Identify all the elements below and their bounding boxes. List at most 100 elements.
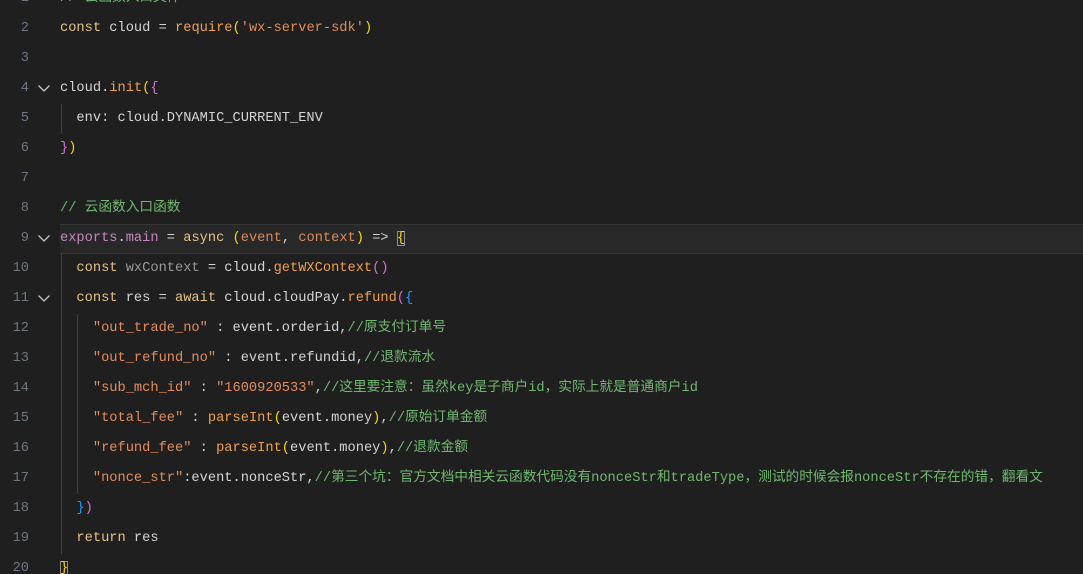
code-content[interactable]: // 云函数入口函数: [60, 194, 1083, 224]
code-content[interactable]: const res = await cloud.cloudPay.refund(…: [60, 284, 1083, 314]
code-content[interactable]: cloud.init({: [60, 74, 1083, 104]
fold-gutter: [29, 434, 60, 464]
line-number: 3: [20, 51, 29, 66]
fold-gutter: [29, 464, 60, 494]
code-content[interactable]: // 云函数入口文件: [60, 0, 1083, 14]
code-line[interactable]: 13 "out_refund_no" : event.refundid,//退款…: [0, 344, 1083, 374]
code-content[interactable]: "out_refund_no" : event.refundid,//退款流水: [60, 344, 1083, 374]
fold-gutter: [29, 224, 60, 254]
code-token: ,: [281, 231, 299, 246]
code-token: // 云函数入口函数: [60, 201, 181, 216]
fold-gutter: [29, 44, 60, 74]
code-token: ,: [380, 411, 389, 426]
code-line[interactable]: 16 "refund_fee" : parseInt(event.money),…: [0, 434, 1083, 464]
code-content[interactable]: exports.main = async (event, context) =>…: [60, 224, 1083, 254]
code-token: }: [60, 141, 69, 156]
code-token: =: [158, 231, 184, 246]
code-line[interactable]: 9 exports.main = async (event, context) =…: [0, 224, 1083, 254]
code-token: 'wx-server-sdk': [240, 21, 364, 36]
code-content[interactable]: "total_fee" : parseInt(event.money),//原始…: [60, 404, 1083, 434]
code-token: :: [183, 411, 208, 426]
code-line[interactable]: 6}): [0, 134, 1083, 164]
code-token: (: [281, 441, 291, 456]
code-content[interactable]: }): [60, 494, 1083, 524]
code-line[interactable]: 17 "nonce_str":event.nonceStr,//第三个坑：官方文…: [0, 464, 1083, 494]
code-token: cloud.: [60, 81, 110, 96]
code-line[interactable]: 2 const cloud = require('wx-server-sdk'): [0, 14, 1083, 44]
code-token: : event.orderid,: [207, 321, 348, 336]
code-token: //这里要注意：虽然key是子商户id，实际上就是普通商户id: [322, 381, 698, 396]
code-content[interactable]: env: cloud.DYNAMIC_CURRENT_ENV: [60, 104, 1083, 134]
code-editor[interactable]: 1// 云函数入口文件 2 const cloud = require('wx-se…: [0, 0, 1083, 574]
code-token: :event.nonceStr,: [183, 471, 315, 486]
code-line[interactable]: 4 cloud.init({: [0, 74, 1083, 104]
code-token: (: [232, 21, 241, 36]
code-token: event: [240, 231, 282, 246]
code-content[interactable]: [60, 44, 1083, 74]
fold-gutter: [29, 254, 60, 284]
code-token: event.money: [281, 411, 373, 426]
code-token: res =: [117, 291, 175, 306]
code-token: (): [372, 261, 389, 276]
code-token: "1600920533": [216, 381, 315, 396]
code-line[interactable]: 12 "out_trade_no" : event.orderid,//原支付订…: [0, 314, 1083, 344]
code-token: return: [60, 531, 126, 546]
code-lines[interactable]: 1// 云函数入口文件 2 const cloud = require('wx-se…: [0, 0, 1083, 574]
code-line[interactable]: 11 const res = await cloud.cloudPay.refu…: [0, 284, 1083, 314]
code-token: refund: [347, 291, 397, 306]
matching-bracket: {: [396, 231, 406, 246]
code-content[interactable]: }): [60, 134, 1083, 164]
code-token: const: [60, 291, 118, 306]
line-number: 12: [12, 321, 29, 336]
code-token: "out_trade_no": [60, 321, 208, 336]
code-line[interactable]: 18 }): [0, 494, 1083, 524]
chevron-down-icon[interactable]: [37, 234, 51, 243]
code-content[interactable]: "nonce_str":event.nonceStr,//第三个坑：官方文档中相…: [60, 464, 1083, 494]
code-token: cloud =: [101, 21, 176, 36]
code-token: ,: [388, 441, 397, 456]
code-token: (: [232, 231, 241, 246]
line-number: 6: [20, 141, 29, 156]
line-number: 15: [12, 411, 29, 426]
line-number: 19: [12, 531, 29, 546]
code-token: //原支付订单号: [347, 321, 447, 336]
code-content[interactable]: "out_trade_no" : event.orderid,//原支付订单号: [60, 314, 1083, 344]
code-line[interactable]: 3: [0, 44, 1083, 74]
code-line[interactable]: 14 "sub_mch_id" : "1600920533",//这里要注意：虽…: [0, 374, 1083, 404]
code-token: env: cloud.DYNAMIC_CURRENT_ENV: [60, 111, 323, 126]
code-content[interactable]: const wxContext = cloud.getWXContext(): [60, 254, 1083, 284]
code-line[interactable]: 8 // 云函数入口函数: [0, 194, 1083, 224]
code-token: "refund_fee": [60, 441, 192, 456]
code-content[interactable]: "refund_fee" : parseInt(event.money),//退…: [60, 434, 1083, 464]
chevron-down-icon[interactable]: [37, 294, 51, 303]
code-line[interactable]: 15 "total_fee" : parseInt(event.money),/…: [0, 404, 1083, 434]
line-number: 14: [12, 381, 29, 396]
code-content[interactable]: const cloud = require('wx-server-sdk'): [60, 14, 1083, 44]
code-line[interactable]: 5 env: cloud.DYNAMIC_CURRENT_ENV: [0, 104, 1083, 134]
code-content[interactable]: }: [60, 554, 1083, 574]
line-number: 5: [20, 111, 29, 126]
code-line[interactable]: 10 const wxContext = cloud.getWXContext(…: [0, 254, 1083, 284]
code-content[interactable]: "sub_mch_id" : "1600920533",//这里要注意：虽然ke…: [60, 374, 1083, 404]
code-line[interactable]: 7: [0, 164, 1083, 194]
line-number: 16: [12, 441, 29, 456]
code-line[interactable]: 20}: [0, 554, 1083, 574]
code-token: (: [396, 291, 406, 306]
fold-gutter: [29, 404, 60, 434]
line-number: 2: [20, 21, 29, 36]
fold-gutter: [29, 0, 60, 14]
code-line[interactable]: 19 return res: [0, 524, 1083, 554]
code-token: res: [125, 531, 159, 546]
code-token: "out_refund_no": [60, 351, 217, 366]
code-token: {: [150, 81, 159, 96]
code-content[interactable]: [60, 164, 1083, 194]
code-content[interactable]: return res: [60, 524, 1083, 554]
fold-gutter: [29, 554, 60, 574]
code-token: event.money: [290, 441, 381, 456]
code-token: async: [183, 231, 225, 246]
line-number: 17: [12, 471, 29, 486]
chevron-down-icon[interactable]: [37, 84, 51, 93]
code-token: const: [60, 21, 102, 36]
code-line[interactable]: 1 // 云函数入口文件: [0, 0, 1083, 14]
code-token: :: [191, 441, 217, 456]
